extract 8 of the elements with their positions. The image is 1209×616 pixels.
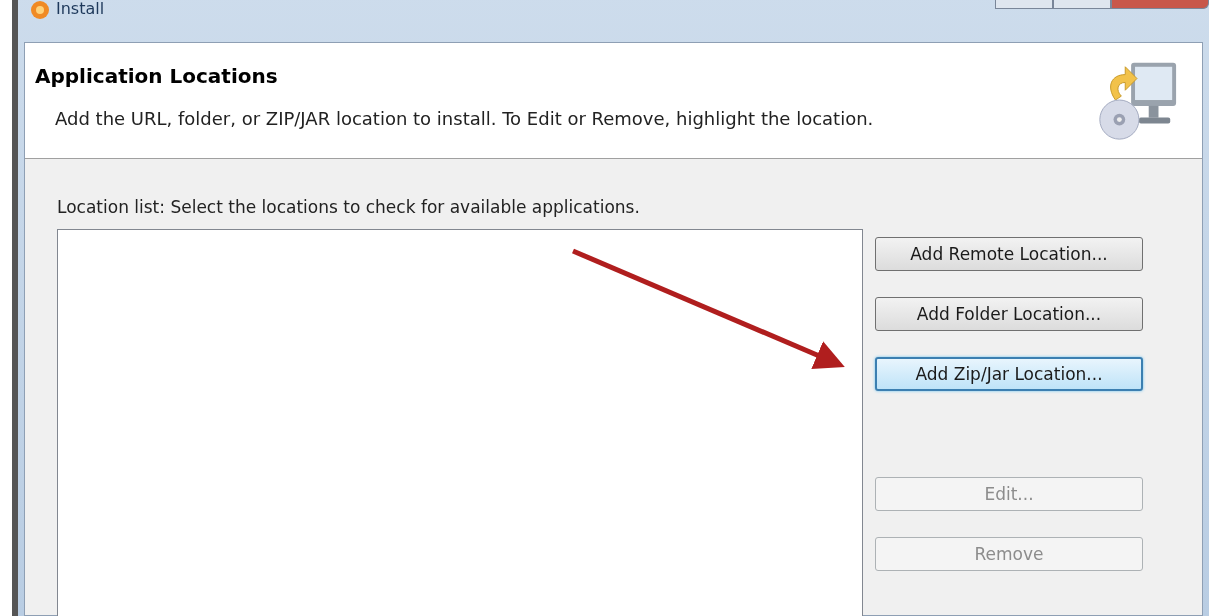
page-title: Application Locations xyxy=(35,64,279,88)
app-icon xyxy=(30,0,50,20)
location-button[interactable]: Add Folder Location... xyxy=(875,297,1143,331)
page-description: Add the URL, folder, or ZIP/JAR location to install. To Edit or Remove, highlight the location. xyxy=(54,108,874,129)
location-list-label: Location list: Select the locations to check for available applications. xyxy=(57,197,641,217)
location-button[interactable]: Add Zip/Jar Location... xyxy=(875,357,1143,391)
window-title: Install xyxy=(56,0,105,18)
location-button[interactable]: Add Remote Location... xyxy=(875,237,1143,271)
